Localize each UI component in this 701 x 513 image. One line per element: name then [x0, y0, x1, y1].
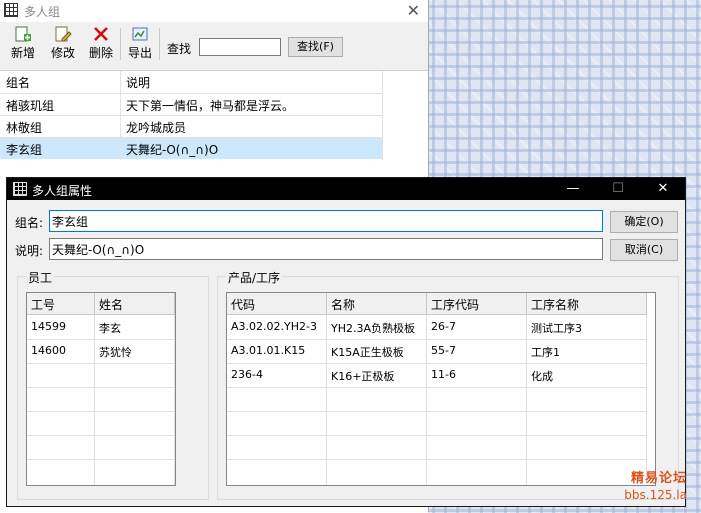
employee-name-cell[interactable]: 李玄 [95, 315, 175, 339]
export-icon [132, 27, 148, 41]
process-name-cell[interactable]: 测试工序3 [527, 315, 647, 339]
product-code-cell[interactable]: 236-4 [227, 363, 327, 387]
product-name-cell[interactable]: K16+正极板 [327, 363, 427, 387]
group-name-field[interactable]: 李玄组 [49, 210, 603, 232]
table-row[interactable]: 林敬组 龙吟城成员 [0, 116, 382, 137]
group-desc-cell: 天舞纪-O(∩_∩)O [126, 143, 219, 157]
column-divider [646, 315, 647, 485]
edit-doc-icon [55, 26, 72, 42]
header-description[interactable]: 说明 [126, 74, 150, 91]
toolbar-separator [159, 28, 160, 60]
row-divider [227, 411, 647, 412]
column-divider [426, 315, 427, 485]
row-divider [227, 435, 647, 436]
column-divider [526, 315, 527, 485]
product-grid: 代码 名称 工序代码 工序名称 A3.02.02.YH2-3 YH2.3A负熟极… [226, 292, 656, 486]
products-group-label: 产品/工序 [226, 269, 283, 286]
group-name-label: 组名: [15, 216, 44, 230]
row-divider [27, 339, 175, 340]
export-button[interactable]: 导出 [125, 26, 155, 64]
row-divider [27, 387, 175, 388]
row-divider [27, 459, 175, 460]
main-close-button[interactable]: ✕ [407, 1, 420, 20]
dialog-close-button[interactable]: ✕ [648, 180, 678, 198]
delete-x-icon [94, 27, 108, 41]
new-label: 新增 [10, 46, 35, 60]
new-button[interactable]: 新增 [8, 26, 38, 64]
watermark-url: bbs.125.la [624, 488, 687, 502]
employee-id-cell[interactable]: 14599 [27, 315, 95, 339]
group-desc-cell: 天下第一情侣，神马都是浮云。 [126, 99, 295, 113]
product-name-cell[interactable]: YH2.3A负熟极板 [327, 315, 427, 339]
row-divider [27, 363, 175, 364]
description-label: 说明: [15, 244, 44, 258]
dialog-title-bar: 多人组属性 — ☐ ✕ [7, 178, 685, 200]
group-name-cell: 林敬组 [6, 121, 43, 135]
cancel-button[interactable]: 取消(C) [610, 239, 678, 261]
row-divider [227, 339, 647, 340]
header-code[interactable]: 代码 [227, 293, 327, 315]
employees-group: 员工 工号 姓名 14599 李玄 14600 苏犹怜 [17, 269, 209, 500]
search-input[interactable] [199, 38, 281, 56]
employee-name-cell[interactable]: 苏犹怜 [95, 339, 175, 363]
edit-label: 修改 [50, 46, 75, 60]
dialog-grid-icon [13, 182, 27, 196]
header-process-name[interactable]: 工序名称 [527, 293, 647, 315]
process-name-cell[interactable]: 工序1 [527, 339, 647, 363]
table-row-selected[interactable]: 李玄组 天舞纪-O(∩_∩)O [0, 138, 382, 159]
row-divider [27, 435, 175, 436]
delete-button[interactable]: 删除 [86, 26, 116, 64]
row-divider [27, 411, 175, 412]
toolbar: 新增 修改 删除 导出 查找 查找(F) [0, 24, 428, 66]
maximize-button[interactable]: ☐ [603, 180, 633, 198]
table-row[interactable]: 褚骇玑组 天下第一情侣，神马都是浮云。 [0, 94, 382, 115]
search-button[interactable]: 查找(F) [288, 37, 343, 57]
process-name-cell[interactable]: 化成 [527, 363, 647, 387]
main-window-title: 多人组 [24, 5, 61, 19]
group-name-cell: 李玄组 [6, 143, 43, 157]
process-code-cell[interactable]: 55-7 [427, 339, 527, 363]
products-group: 产品/工序 代码 名称 工序代码 工序名称 A3.02.02.YH2-3 YH2… [217, 269, 679, 500]
export-label: 导出 [127, 46, 152, 60]
process-code-cell[interactable]: 11-6 [427, 363, 527, 387]
watermark-title: 精易论坛 [630, 471, 687, 486]
column-divider [94, 315, 95, 485]
forum-watermark: 精易论坛 bbs.125.la [624, 471, 687, 503]
group-grid-header: 组名 说明 [0, 71, 382, 92]
header-name[interactable]: 名称 [327, 293, 427, 315]
edit-button[interactable]: 修改 [48, 26, 78, 64]
employees-group-label: 员工 [26, 269, 55, 286]
product-name-cell[interactable]: K15A正生极板 [327, 339, 427, 363]
header-group-name[interactable]: 组名 [6, 74, 30, 91]
row-divider [227, 363, 647, 364]
row-divider [227, 387, 647, 388]
header-employee-name[interactable]: 姓名 [95, 293, 175, 315]
employee-id-cell[interactable]: 14600 [27, 339, 95, 363]
search-label: 查找 [167, 42, 192, 56]
header-employee-id[interactable]: 工号 [27, 293, 95, 315]
column-divider [120, 71, 121, 160]
dialog-title: 多人组属性 [32, 184, 93, 198]
column-divider [326, 315, 327, 485]
header-process-code[interactable]: 工序代码 [427, 293, 527, 315]
minimize-button[interactable]: — [558, 180, 588, 198]
row-divider [227, 459, 647, 460]
delete-label: 删除 [88, 46, 113, 60]
process-code-cell[interactable]: 26-7 [427, 315, 527, 339]
app-grid-icon [4, 3, 18, 17]
column-divider [382, 71, 383, 160]
employee-grid: 工号 姓名 14599 李玄 14600 苏犹怜 [26, 292, 176, 486]
description-field[interactable]: 天舞纪-O(∩_∩)O [49, 238, 603, 260]
product-code-cell[interactable]: A3.02.02.YH2-3 [227, 315, 327, 339]
group-desc-cell: 龙吟城成员 [126, 121, 187, 135]
ok-button[interactable]: 确定(O) [610, 211, 678, 233]
toolbar-separator [120, 28, 121, 60]
main-title-bar: 多人组 ✕ [0, 0, 428, 22]
product-code-cell[interactable]: A3.01.01.K15 [227, 339, 327, 363]
group-name-cell: 褚骇玑组 [6, 99, 55, 113]
column-divider [174, 315, 175, 485]
group-properties-dialog: 多人组属性 — ☐ ✕ 组名: 李玄组 确定(O) 说明: 天舞纪-O(∩_∩)… [6, 177, 686, 507]
new-doc-icon [15, 26, 31, 42]
